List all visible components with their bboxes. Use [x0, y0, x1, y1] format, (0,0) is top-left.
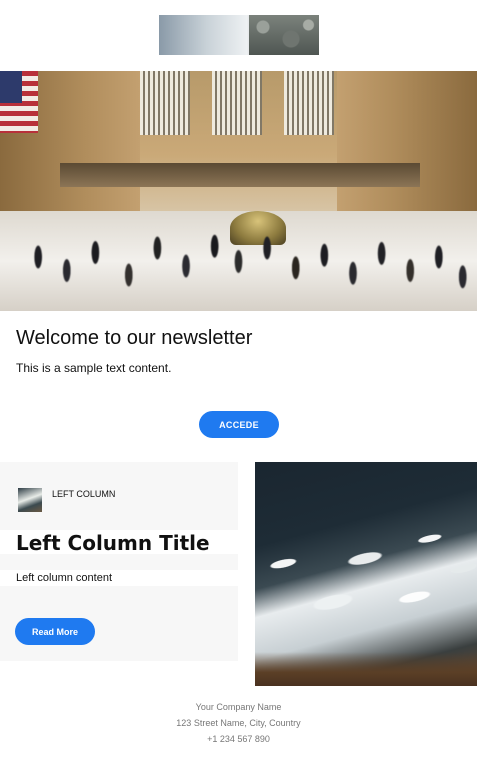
wave-foam: [255, 495, 477, 669]
footer-address: 123 Street Name, City, Country: [176, 718, 301, 728]
wave-sand: [255, 652, 477, 686]
newsletter-intro: This is a sample text content.: [16, 361, 172, 375]
hero-window: [212, 71, 262, 135]
hero-crowd: [0, 221, 477, 311]
read-more-button[interactable]: Read More: [15, 618, 95, 645]
footer-company: Your Company Name: [195, 702, 282, 712]
ocean-wave-image: [255, 462, 477, 686]
hero-window: [284, 71, 334, 135]
newsletter-title: Welcome to our newsletter: [16, 327, 253, 349]
hero-window: [140, 71, 190, 135]
accede-button[interactable]: ACCEDE: [199, 411, 279, 438]
left-column-thumbnail: [18, 488, 42, 512]
logo-image: [159, 15, 319, 55]
footer-phone: +1 234 567 890: [207, 734, 270, 744]
logo-rocks: [249, 15, 319, 55]
left-column-title: Left Column Title: [16, 531, 210, 555]
flag-image: [0, 71, 38, 133]
hero-balcony: [60, 163, 420, 187]
left-column-content: Left column content: [16, 572, 113, 584]
hero-image: [0, 71, 477, 311]
left-column-label: LEFT COLUMN: [52, 489, 116, 499]
